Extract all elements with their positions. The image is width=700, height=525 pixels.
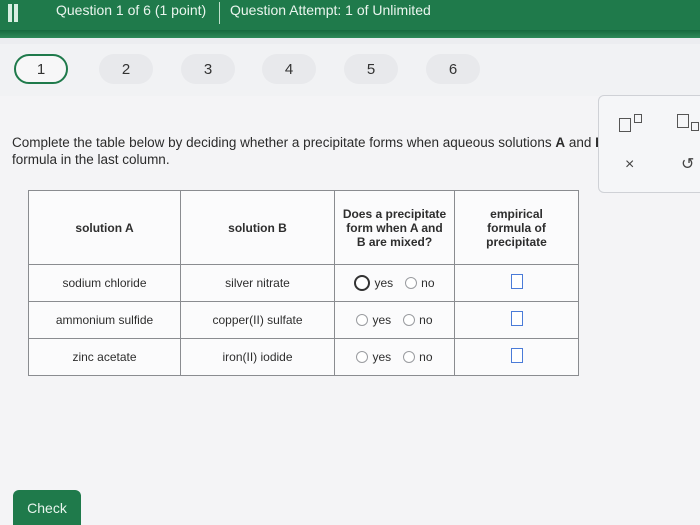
formula-input[interactable] (510, 311, 523, 326)
cell-precipitate-choice: yes no (334, 301, 455, 339)
formula-palette: × ↺ (598, 95, 700, 193)
question-instructions: Complete the table below by deciding whe… (12, 134, 700, 168)
header-empirical-formula: empirical formula of precipitate (454, 190, 579, 265)
radio-yes[interactable]: yes (356, 313, 391, 327)
header-divider (219, 2, 220, 24)
precipitate-table: solution A solution B Does a precipitate… (28, 190, 579, 376)
formula-input[interactable] (510, 348, 523, 363)
cell-formula (454, 301, 579, 339)
header-precipitate-forms: Does a precipitate form when A and B are… (334, 190, 455, 265)
radio-no[interactable]: no (405, 276, 435, 290)
radio-no[interactable]: no (403, 350, 433, 364)
question-content: Complete the table below by deciding whe… (0, 96, 700, 525)
header-solution-a: solution A (28, 190, 181, 265)
radio-circle[interactable] (356, 351, 369, 363)
instructions-line-1: Complete the table below by deciding whe… (12, 134, 700, 151)
radio-label: no (419, 313, 433, 327)
clear-icon[interactable]: × (625, 156, 634, 174)
header-solution-b: solution B (180, 190, 335, 265)
radio-circle[interactable] (405, 277, 418, 289)
question-nav-5[interactable]: 5 (344, 54, 398, 84)
precipitate-radio-group: yes no (335, 313, 454, 327)
check-button[interactable]: Check (13, 490, 81, 525)
cell-precipitate-choice: yes no (334, 264, 455, 302)
table-row: sodium chloride silver nitrate yes no (28, 264, 579, 302)
radio-circle[interactable] (403, 351, 416, 363)
instructions-text: Complete the table below by deciding whe… (12, 135, 556, 150)
question-nav-1[interactable]: 1 (14, 54, 68, 84)
cell-solution-a: ammonium sulfide (28, 301, 181, 339)
question-nav-3[interactable]: 3 (181, 54, 235, 84)
precipitate-radio-group: yes no (335, 275, 454, 291)
precipitate-radio-group: yes no (335, 350, 454, 364)
instructions-text: and (565, 135, 596, 150)
cell-solution-b: silver nitrate (180, 264, 335, 302)
radio-yes[interactable]: yes (356, 350, 391, 364)
radio-no[interactable]: no (403, 313, 433, 327)
table-row: ammonium sulfide copper(II) sulfate yes … (28, 301, 579, 339)
cell-solution-b: copper(II) sulfate (180, 301, 335, 339)
header-formula-text: empirical formula of precipitate (486, 206, 547, 249)
question-nav-6[interactable]: 6 (426, 54, 480, 84)
cell-precipitate-choice: yes no (334, 338, 455, 376)
question-nav: 1 2 3 4 5 6 (0, 44, 700, 96)
cell-formula (454, 338, 579, 376)
radio-circle[interactable] (356, 314, 369, 326)
attempt-counter: Question Attempt: 1 of Unlimited (230, 2, 431, 18)
cell-solution-b: iron(II) iodide (180, 338, 335, 376)
radio-circle[interactable] (403, 314, 416, 326)
radio-circle[interactable] (354, 275, 371, 291)
cell-formula (454, 264, 579, 302)
cell-solution-a: zinc acetate (28, 338, 181, 376)
cell-solution-a: sodium chloride (28, 264, 181, 302)
header-band (0, 30, 700, 38)
radio-label: yes (372, 350, 392, 364)
radio-label: yes (372, 313, 392, 327)
table-header-row: solution A solution B Does a precipitate… (28, 190, 579, 265)
question-title: Question 1 of 6 (1 point) (56, 2, 207, 18)
formula-input[interactable] (510, 274, 523, 289)
radio-yes[interactable]: yes (354, 275, 393, 291)
subscript-icon[interactable] (677, 114, 700, 132)
radio-label: no (419, 350, 433, 364)
undo-icon[interactable]: ↺ (681, 154, 694, 174)
header-precipitate-text: Does a precipitate form when A and B are… (342, 206, 447, 249)
instructions-line-2: formula in the last column. (12, 152, 170, 167)
table-row: zinc acetate iron(II) iodide yes no (28, 338, 579, 376)
question-nav-2[interactable]: 2 (99, 54, 153, 84)
radio-label: yes (374, 276, 394, 290)
menu-icon[interactable] (8, 4, 24, 26)
radio-label: no (421, 276, 435, 290)
question-nav-4[interactable]: 4 (262, 54, 316, 84)
solution-a-marker: A (555, 135, 566, 150)
superscript-icon[interactable] (619, 114, 649, 132)
